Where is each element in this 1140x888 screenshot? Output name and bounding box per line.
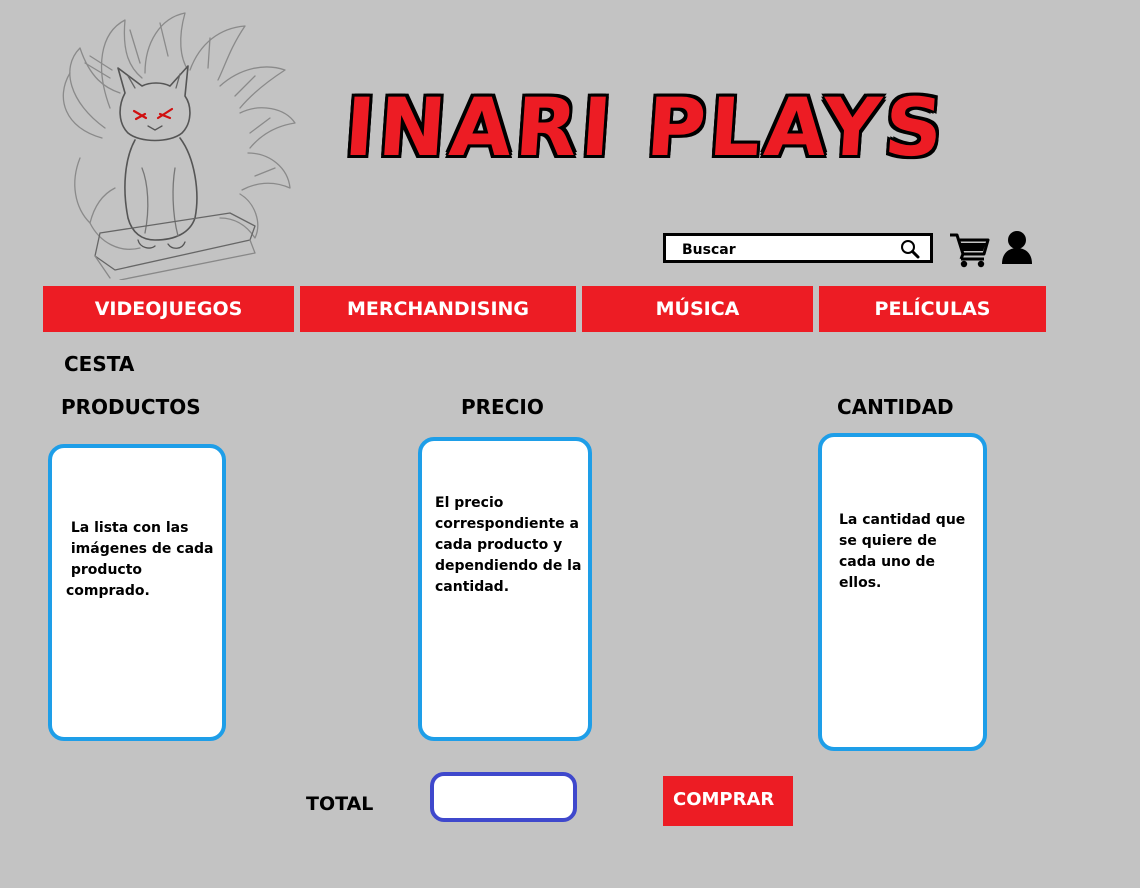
quantity-panel: La cantidad que se quiere de cada uno de…	[818, 433, 987, 751]
search-bar[interactable]	[663, 233, 933, 263]
column-header-quantity: CANTIDAD	[837, 395, 954, 419]
total-label: TOTAL	[306, 793, 374, 815]
site-title: INARI PLAYS	[341, 81, 950, 174]
products-panel: La lista con las imágenes de cada produc…	[48, 444, 226, 741]
fox-logo-icon	[50, 8, 300, 281]
user-icon[interactable]	[1000, 230, 1034, 266]
products-description: La lista con las imágenes de cada produc…	[66, 520, 214, 599]
search-icon[interactable]	[900, 239, 920, 259]
price-panel: El precio correspondiente a cada product…	[418, 437, 592, 741]
tab-peliculas[interactable]: PELÍCULAS	[819, 286, 1046, 332]
column-header-products: PRODUCTOS	[61, 395, 201, 419]
cart-icon[interactable]	[948, 232, 990, 268]
tab-videojuegos[interactable]: VIDEOJUEGOS	[43, 286, 294, 332]
buy-button[interactable]: COMPRAR	[663, 776, 793, 826]
column-header-price: PRECIO	[461, 395, 544, 419]
page-title: CESTA	[64, 352, 135, 376]
price-description: El precio correspondiente a cada product…	[435, 495, 582, 595]
quantity-description: La cantidad que se quiere de cada uno de…	[839, 512, 966, 591]
total-field	[430, 772, 577, 822]
tab-musica[interactable]: MÚSICA	[582, 286, 813, 332]
search-input[interactable]	[680, 238, 894, 262]
tab-merchandising[interactable]: MERCHANDISING	[300, 286, 576, 332]
